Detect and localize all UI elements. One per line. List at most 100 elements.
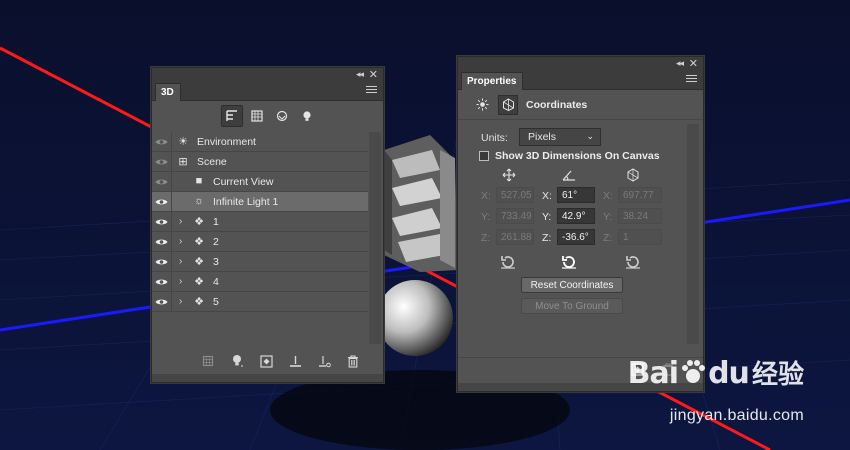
position-z-label: Z: xyxy=(481,232,491,244)
visibility-eye-icon[interactable] xyxy=(152,272,172,291)
collapse-panel-icon[interactable]: ◂◂ xyxy=(676,58,684,69)
scale-x-field[interactable]: 697.77 xyxy=(618,187,662,203)
infinite-light-icon xyxy=(476,98,488,111)
extruded-text-mesh xyxy=(384,135,458,272)
show-dimensions-checkbox[interactable] xyxy=(479,151,489,161)
baidu-watermark: Bai du 经验 xyxy=(628,354,804,391)
layer-row[interactable]: ☀ Environment xyxy=(152,132,368,152)
baidu-logo-text-2: du xyxy=(708,356,750,391)
mesh-icon: ❖ xyxy=(194,216,204,228)
visibility-eye-icon[interactable] xyxy=(152,232,172,251)
scale-cube-icon xyxy=(625,168,641,184)
layer-name: Environment xyxy=(197,136,256,148)
new-mesh-button[interactable] xyxy=(200,353,216,369)
position-y-field[interactable]: 733.49 xyxy=(496,208,534,224)
chevron-right-icon[interactable]: › xyxy=(179,276,182,287)
properties-scrollbar[interactable] xyxy=(687,124,699,344)
visibility-eye-icon[interactable] xyxy=(152,132,172,151)
sphere-mesh xyxy=(377,280,453,356)
chevron-right-icon[interactable]: › xyxy=(179,296,182,307)
rotation-x-label: X: xyxy=(542,190,552,202)
visibility-eye-icon[interactable] xyxy=(152,292,172,311)
watermark-url: jingyan.baidu.com xyxy=(669,407,804,424)
layer-row[interactable]: › ❖ 4 xyxy=(152,272,368,292)
reset-position-button[interactable] xyxy=(500,254,516,270)
tab-properties[interactable]: Properties xyxy=(461,72,524,90)
visibility-eye-icon[interactable] xyxy=(152,172,172,191)
section-title: Coordinates xyxy=(526,98,588,111)
environment-icon: ☀ xyxy=(178,136,188,148)
visibility-eye-icon[interactable] xyxy=(152,252,172,271)
infinite-light-properties-button[interactable] xyxy=(472,95,492,115)
meshes-filter-button[interactable] xyxy=(246,105,268,127)
layer-row[interactable]: ☼ Infinite Light 1 xyxy=(152,192,368,212)
material-icon xyxy=(276,110,288,122)
layer-row[interactable]: › ❖ 2 xyxy=(152,232,368,252)
ground-plane-button[interactable] xyxy=(287,353,303,369)
position-z-field[interactable]: 261.88 xyxy=(496,229,534,245)
position-y-label: Y: xyxy=(481,211,491,223)
layer-row[interactable]: › ❖ 3 xyxy=(152,252,368,272)
filter-toolbar xyxy=(152,101,383,131)
panel-3d-resize-strip[interactable] xyxy=(152,374,383,382)
move-to-ground-button[interactable]: Move To Ground xyxy=(521,298,623,314)
scale-x-label: X: xyxy=(603,190,613,202)
panel-menu-icon[interactable] xyxy=(366,86,377,95)
show-dimensions-row[interactable]: Show 3D Dimensions On Canvas xyxy=(479,150,660,162)
scene-layer-list: ☀ Environment ⊞ Scene ■ Current View ☼ Infinite… xyxy=(152,132,368,312)
scene-tree-icon xyxy=(226,110,237,121)
layer-name: 3 xyxy=(213,256,219,268)
baidu-logo-text: Bai xyxy=(627,356,679,391)
layer-row[interactable]: › ❖ 1 xyxy=(152,212,368,232)
reset-icon xyxy=(501,256,515,269)
panel-3d-topbar[interactable]: ◂◂ ✕ xyxy=(152,68,383,81)
rotation-z-label: Z: xyxy=(542,232,552,244)
close-panel-icon[interactable]: ✕ xyxy=(369,68,378,81)
scale-y-field[interactable]: 38.24 xyxy=(618,208,662,224)
scene-icon: ⊞ xyxy=(178,156,188,168)
collapse-panel-icon[interactable]: ◂◂ xyxy=(356,69,364,80)
rotation-z-field[interactable]: -36.6° xyxy=(557,229,595,245)
reset-icon xyxy=(562,256,576,269)
coordinates-icon xyxy=(502,98,514,111)
scale-z-field[interactable]: 1 xyxy=(618,229,662,245)
layer-row[interactable]: ■ Current View xyxy=(152,172,368,192)
coordinates-properties-button[interactable] xyxy=(498,94,518,115)
lights-filter-button[interactable] xyxy=(296,105,318,127)
visibility-eye-icon[interactable] xyxy=(152,152,172,171)
layer-name: 5 xyxy=(213,296,219,308)
render-button[interactable] xyxy=(258,353,274,369)
materials-filter-button[interactable] xyxy=(271,105,293,127)
rotation-y-label: Y: xyxy=(542,211,552,223)
tab-3d[interactable]: 3D xyxy=(155,83,181,101)
new-mesh-icon xyxy=(202,355,214,367)
chevron-right-icon[interactable]: › xyxy=(179,216,182,227)
reset-rotation-button[interactable] xyxy=(561,254,577,270)
coordinates-body: Units: Pixels ⌄ Show 3D Dimensions On Ca… xyxy=(458,120,703,380)
chevron-right-icon[interactable]: › xyxy=(179,236,182,247)
whole-scene-filter-button[interactable] xyxy=(221,105,243,127)
units-select[interactable]: Pixels ⌄ xyxy=(519,128,601,146)
layer-list-scrollbar[interactable] xyxy=(369,132,381,344)
visibility-eye-icon[interactable] xyxy=(152,212,172,231)
visibility-eye-icon[interactable] xyxy=(152,192,172,211)
scale-y-label: Y: xyxy=(603,211,613,223)
shadow-catcher-button[interactable] xyxy=(316,353,332,369)
layer-row[interactable]: › ❖ 5 xyxy=(152,292,368,312)
panel-properties-tabrow: Properties xyxy=(458,70,703,90)
position-x-field[interactable]: 527.05 xyxy=(496,187,534,203)
units-value: Pixels xyxy=(528,131,557,143)
layer-row[interactable]: ⊞ Scene xyxy=(152,152,368,172)
rotation-x-field[interactable]: 61° xyxy=(557,187,595,203)
reset-scale-button[interactable] xyxy=(625,254,641,270)
panel-properties-topbar[interactable]: ◂◂ ✕ xyxy=(458,57,703,70)
add-light-button[interactable] xyxy=(229,353,245,369)
reset-coordinates-button[interactable]: Reset Coordinates xyxy=(521,277,623,293)
close-panel-icon[interactable]: ✕ xyxy=(689,57,698,70)
render-icon xyxy=(259,354,273,368)
show-dimensions-label: Show 3D Dimensions On Canvas xyxy=(495,150,660,162)
panel-menu-icon[interactable] xyxy=(686,75,697,84)
rotation-y-field[interactable]: 42.9° xyxy=(557,208,595,224)
chevron-right-icon[interactable]: › xyxy=(179,256,182,267)
delete-button[interactable] xyxy=(345,353,361,369)
